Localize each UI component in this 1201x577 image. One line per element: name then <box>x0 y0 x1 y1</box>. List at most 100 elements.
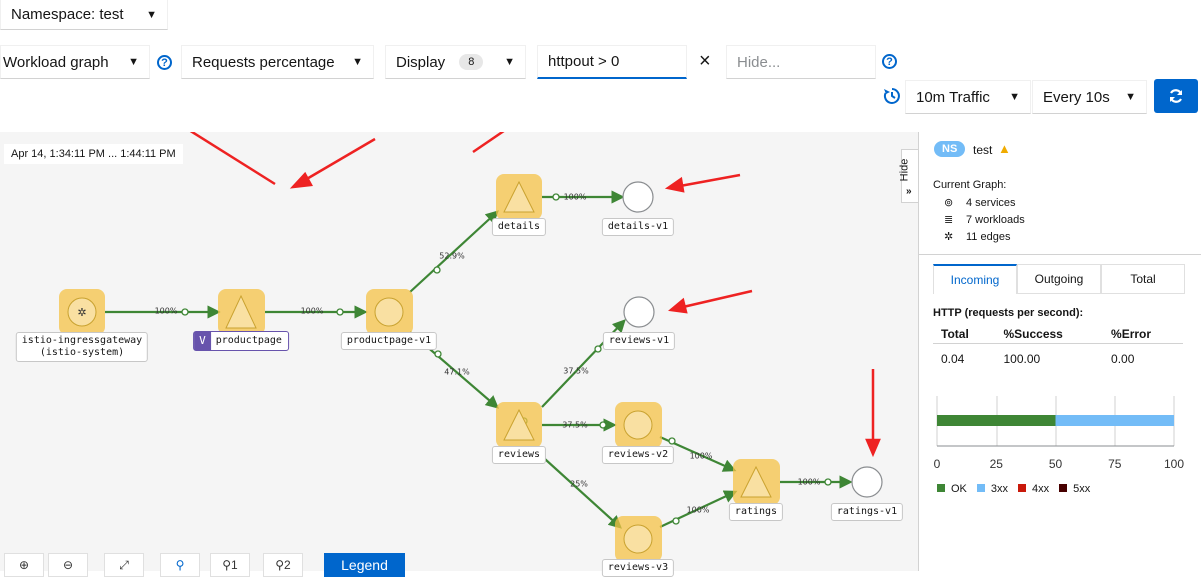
caret-down-icon: ▼ <box>504 56 515 68</box>
legend-button[interactable]: Legend <box>324 553 405 577</box>
layout-2-label: 2 <box>284 558 291 572</box>
clear-find-icon[interactable]: × <box>699 50 711 72</box>
hide-input[interactable]: Hide... <box>726 45 876 79</box>
help-icon[interactable]: ? <box>157 55 172 70</box>
legend-swatch-4xx <box>1018 484 1027 492</box>
legend-3xx-label: 3xx <box>990 483 1009 495</box>
edge-label: 100% <box>797 477 821 487</box>
zoom-in-button[interactable]: ⊕ <box>4 553 44 577</box>
edge-label: 37.5% <box>563 366 589 376</box>
expand-icon: ⤢ <box>119 557 129 572</box>
edge-label: 52.9% <box>439 251 465 261</box>
node-ingress: ✲ <box>59 289 105 335</box>
node-ratings-v1 <box>851 466 883 498</box>
edges-count-text: 11 edges <box>966 231 1011 243</box>
edges-count: ✲ 11 edges <box>944 230 1010 243</box>
tick-label: 25 <box>990 457 1004 471</box>
tick-label: 75 <box>1108 457 1122 471</box>
edge-label: 37.5% <box>562 420 588 430</box>
legend-ok: OK <box>937 483 967 495</box>
edge-labels-label: Requests percentage <box>192 53 335 71</box>
node-label-ratings-v1: ratings-v1 <box>830 503 904 521</box>
current-graph-heading: Current Graph: <box>933 179 1007 191</box>
display-select[interactable]: Display 8 ▼ <box>385 45 526 79</box>
edges-icon: ✲ <box>944 231 954 243</box>
legend-swatch-5xx <box>1059 484 1068 492</box>
display-label: Display <box>396 53 446 71</box>
http-rps-heading: HTTP (requests per second): <box>933 307 1084 319</box>
node-label-productpage: V productpage <box>193 331 289 351</box>
tab-total[interactable]: Total <box>1101 264 1185 294</box>
graph-type-label: Workload graph <box>3 53 109 71</box>
chart-legend: OK 3xx 4xx 5xx <box>937 483 1090 495</box>
edge-labels-select[interactable]: Requests percentage ▼ <box>181 45 374 79</box>
tab-incoming[interactable]: Incoming <box>933 264 1017 294</box>
node-label-reviews-v2: reviews-v2 <box>601 446 675 464</box>
node-label-productpage-v1: productpage-v1 <box>340 332 438 350</box>
layout-1-button[interactable]: ⚲ 1 <box>210 553 250 577</box>
legend-5xx: 5xx <box>1059 483 1090 495</box>
node-reviews-v1 <box>623 296 655 328</box>
legend-3xx: 3xx <box>976 483 1009 495</box>
double-chevron-icon: » <box>906 186 912 197</box>
refresh-interval-select[interactable]: Every 10s ▼ <box>1032 80 1147 114</box>
sync-icon <box>1169 89 1183 103</box>
node-details-v1 <box>622 181 654 213</box>
hide-side-panel-tab[interactable]: Hide » <box>898 149 918 203</box>
node-reviews-v2 <box>615 402 662 448</box>
caret-down-icon: ▼ <box>146 8 157 21</box>
edge-label: 25% <box>570 479 588 489</box>
node-label-reviews: reviews <box>491 446 547 464</box>
service-icon: ⊚ <box>944 197 954 209</box>
node-label-ingress: istio-ingressgateway (istio-system) <box>15 332 149 362</box>
workload-icon: ≣ <box>944 214 954 226</box>
traffic-duration-select[interactable]: 10m Traffic ▼ <box>905 80 1031 114</box>
caret-down-icon: ▼ <box>352 56 363 68</box>
edge-label: 100% <box>686 505 710 515</box>
traffic-duration-label: 10m Traffic <box>916 88 990 106</box>
layout-1-label: 1 <box>231 558 238 572</box>
edge-label: 100% <box>689 451 713 461</box>
legend-5xx-label: 5xx <box>1073 483 1091 495</box>
col-total: Total <box>933 325 996 344</box>
node-label-details: details <box>491 218 547 236</box>
fit-to-screen-button[interactable]: ⤢ <box>104 553 144 577</box>
legend-4xx-label: 4xx <box>1032 483 1050 495</box>
node-details-svc <box>496 174 542 220</box>
find-input[interactable]: httpout > 0 <box>537 45 687 79</box>
cell-total: 0.04 <box>941 352 965 366</box>
tick-label: 50 <box>1049 457 1063 471</box>
namespace-selector[interactable]: Namespace: test ▼ <box>0 0 168 30</box>
svg-text:✲: ✲ <box>77 306 86 319</box>
edge-label: 100% <box>563 192 587 202</box>
bar-ok <box>937 415 1056 426</box>
edge-label: 100% <box>154 306 178 316</box>
tab-outgoing[interactable]: Outgoing <box>1017 264 1101 294</box>
node-reviews-v3 <box>615 516 662 562</box>
layout-default-button[interactable]: ⚲ <box>160 553 200 577</box>
refresh-interval-label: Every 10s <box>1043 88 1110 106</box>
hide-tab-label: Hide <box>898 158 911 182</box>
history-icon[interactable] <box>883 87 901 105</box>
node-label-reviews-v3: reviews-v3 <box>601 559 675 577</box>
topology-icon: ⚲ <box>222 558 232 572</box>
display-count-badge: 8 <box>459 54 484 70</box>
caret-down-icon: ▼ <box>128 56 139 68</box>
zoom-in-icon: ⊕ <box>18 558 30 572</box>
warning-icon: ▲ <box>998 141 1011 156</box>
node-label-details-v1: details-v1 <box>601 218 675 236</box>
cell-success: 100.00 <box>1003 352 1041 366</box>
help-icon[interactable]: ? <box>882 54 897 69</box>
hide-input-placeholder: Hide... <box>737 53 781 71</box>
graph-type-select[interactable]: Workload graph ▼ <box>0 45 150 79</box>
node-label-ratings: ratings <box>728 503 784 521</box>
edge-label: 100% <box>300 306 324 316</box>
layout-2-button[interactable]: ⚲ 2 <box>263 553 303 577</box>
workloads-count-text: 7 workloads <box>966 214 1025 226</box>
topology-icon: ⚲ <box>275 558 285 572</box>
workloads-count: ≣ 7 workloads <box>944 213 1025 226</box>
bar-3xx <box>1055 415 1174 426</box>
zoom-out-button[interactable]: ⊖ <box>48 553 88 577</box>
refresh-button[interactable] <box>1154 79 1198 113</box>
legend-ok-label: OK <box>951 483 967 495</box>
